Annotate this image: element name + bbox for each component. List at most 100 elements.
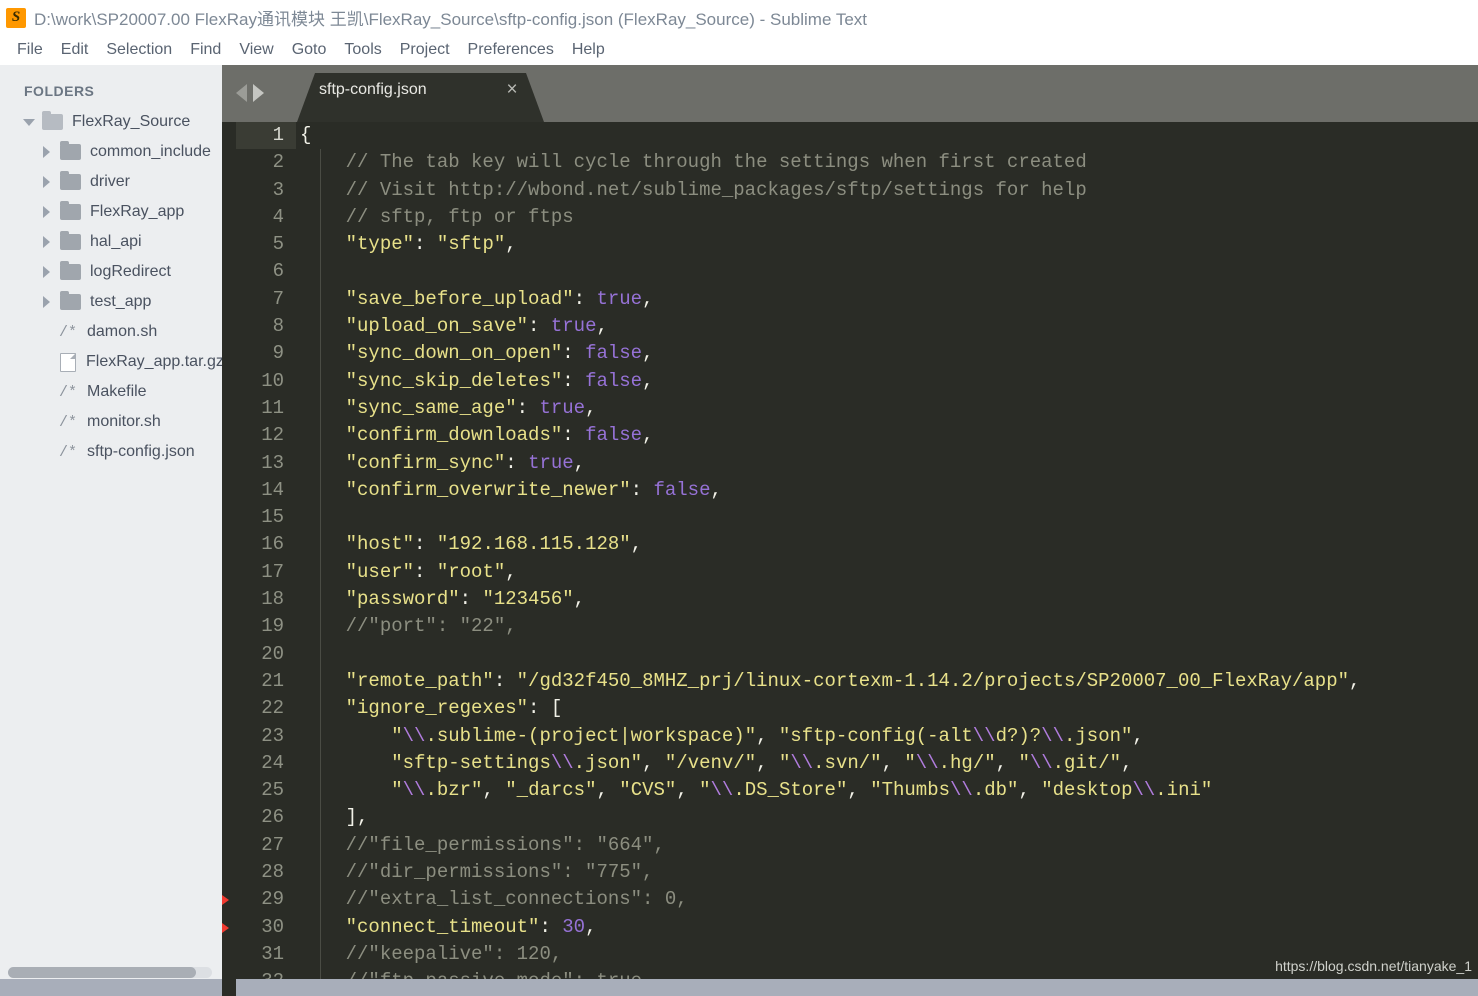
tab-next-arrow-icon[interactable]	[253, 84, 264, 102]
token-punc: :	[459, 588, 483, 611]
chevron-right-icon[interactable]	[40, 295, 54, 309]
code-editor[interactable]: 1{2 // The tab key will cycle through th…	[222, 122, 1478, 996]
token-esc: \\	[402, 779, 426, 802]
token-str: "	[778, 751, 791, 774]
menu-item-file[interactable]: File	[8, 39, 52, 61]
folder-open-icon	[42, 111, 63, 130]
token-punc	[300, 452, 346, 474]
token-str: "123456"	[482, 588, 574, 611]
folder-icon	[60, 261, 81, 280]
token-punc: :	[505, 451, 529, 474]
token-punc: ,	[995, 751, 1019, 774]
code-line: 30 "connect_timeout": 30,	[222, 913, 1478, 941]
tree-item-flexray-app[interactable]: FlexRay_app	[0, 197, 222, 227]
token-com: // sftp, ftp or ftps	[300, 205, 574, 228]
code-line: 29 //"extra_list_connections": 0,	[222, 886, 1478, 914]
tree-item-flexray-app-tar-gz[interactable]: FlexRay_app.tar.gz	[0, 347, 222, 377]
tree-item-flexray-source[interactable]: FlexRay_Source	[0, 107, 222, 137]
code-line: 20	[222, 640, 1478, 668]
gutter-marker-column	[222, 122, 236, 996]
script-file-icon: /*	[58, 383, 77, 401]
menu-item-find[interactable]: Find	[181, 39, 230, 61]
code-line: 4 // sftp, ftp or ftps	[222, 203, 1478, 232]
tab-close-icon[interactable]: ×	[501, 65, 523, 114]
menu-item-view[interactable]: View	[230, 39, 282, 61]
code-text: "\\.bzr", "_darcs", "CVS", "\\.DS_Store"…	[300, 777, 1212, 804]
token-punc: :	[630, 478, 654, 501]
token-punc	[300, 479, 346, 501]
token-punc	[300, 588, 346, 610]
code-text: "confirm_overwrite_newer": false,	[300, 477, 722, 504]
tree-item-driver[interactable]: driver	[0, 167, 222, 197]
menu-item-goto[interactable]: Goto	[283, 39, 336, 61]
menu-item-selection[interactable]: Selection	[97, 39, 181, 61]
folders-header: FOLDERS	[24, 83, 95, 99]
token-punc: :	[539, 915, 563, 938]
code-text: "confirm_sync": true,	[300, 450, 585, 477]
tab-prev-arrow-icon[interactable]	[236, 84, 247, 102]
token-punc	[300, 916, 346, 938]
token-key: "ignore_regexes"	[345, 697, 529, 720]
token-punc: :	[414, 533, 437, 556]
chevron-right-icon[interactable]	[40, 205, 54, 219]
code-line: 7 "save_before_upload": true,	[222, 285, 1478, 314]
token-punc	[300, 233, 346, 255]
tree-item-label: FlexRay_app	[90, 203, 185, 220]
code-text: "password": "123456",	[300, 586, 585, 613]
chevron-down-icon[interactable]	[22, 115, 36, 129]
code-line: 19 //"port": "22",	[222, 613, 1478, 641]
token-bool: true	[528, 451, 574, 474]
token-punc: ,	[573, 588, 586, 611]
sublime-logo-icon: S	[6, 7, 26, 28]
token-punc: ,	[596, 315, 608, 338]
token-str: "_darcs"	[505, 779, 597, 802]
code-text: "remote_path": "/gd32f450_8MHZ_prj/linux…	[300, 668, 1361, 695]
code-text: "host": "192.168.115.128",	[300, 531, 642, 558]
token-com: //"port": "22",	[300, 615, 517, 638]
chevron-right-icon[interactable]	[40, 235, 54, 249]
token-punc	[300, 424, 346, 446]
token-punc: :	[562, 369, 586, 392]
tree-item-monitor-sh[interactable]: /* monitor.sh	[0, 407, 222, 437]
tree-item-makefile[interactable]: /* Makefile	[0, 377, 222, 407]
chevron-right-icon[interactable]	[40, 265, 54, 279]
chevron-right-icon[interactable]	[40, 175, 54, 189]
tree-item-logredirect[interactable]: logRedirect	[0, 257, 222, 287]
token-key: "confirm_sync"	[345, 451, 506, 474]
menu-item-tools[interactable]: Tools	[335, 39, 390, 61]
tree-item-test-app[interactable]: test_app	[0, 287, 222, 317]
token-punc	[300, 670, 346, 692]
tab-nav-arrows[interactable]	[236, 84, 264, 102]
menu-item-help[interactable]: Help	[563, 39, 614, 61]
token-punc: ,	[505, 560, 517, 583]
token-punc: :	[573, 287, 597, 310]
token-punc	[300, 370, 346, 392]
menu-item-project[interactable]: Project	[391, 39, 459, 61]
token-punc	[300, 397, 346, 419]
code-text: "user": "root",	[300, 559, 517, 586]
sidebar: FOLDERS FlexRay_Source common_includedriv…	[0, 65, 222, 996]
token-punc: ,	[573, 451, 586, 474]
token-punc: ,	[881, 751, 905, 774]
chevron-right-icon[interactable]	[40, 145, 54, 159]
token-punc: :	[516, 396, 540, 419]
tree-item-common-include[interactable]: common_include	[0, 137, 222, 167]
token-bool: false	[585, 342, 643, 365]
tree-item-label: common_include	[90, 143, 211, 160]
token-punc	[300, 288, 346, 310]
token-str: "sftp-config(-alt	[778, 724, 973, 747]
token-punc: :	[562, 342, 586, 365]
token-key: "save_before_upload"	[345, 287, 574, 310]
menu-item-preferences[interactable]: Preferences	[459, 39, 563, 61]
sidebar-horizontal-scrollbar[interactable]	[8, 967, 212, 978]
code-text: // The tab key will cycle through the se…	[300, 149, 1087, 176]
tree-item-sftp-config-json[interactable]: /* sftp-config.json	[0, 437, 222, 467]
menu-item-edit[interactable]: Edit	[52, 39, 98, 61]
watermark-text: https://blog.csdn.net/tianyake_1	[1275, 958, 1472, 974]
code-text: // Visit http://wbond.net/sublime_packag…	[300, 177, 1087, 204]
tree-item-damon-sh[interactable]: /* damon.sh	[0, 317, 222, 347]
sidebar-scrollbar-thumb[interactable]	[8, 967, 196, 978]
token-bool: false	[653, 478, 711, 501]
indent-guide	[320, 258, 321, 286]
tree-item-hal-api[interactable]: hal_api	[0, 227, 222, 257]
